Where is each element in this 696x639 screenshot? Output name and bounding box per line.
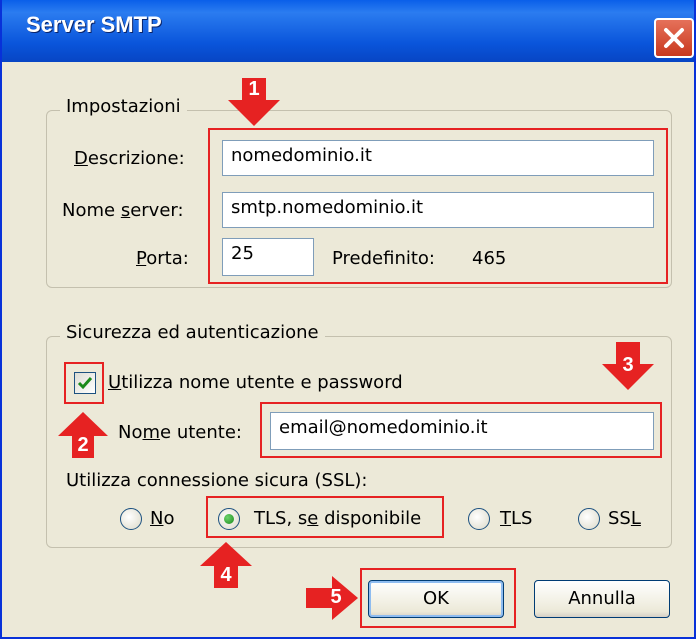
ssl-label: Utilizza connessione sicura (SSL): xyxy=(66,470,368,491)
description-label: Descrizione: xyxy=(74,148,185,169)
annotation-number-4: 4 xyxy=(220,564,232,586)
annotation-box-username xyxy=(260,402,662,458)
close-icon xyxy=(664,28,684,48)
annotation-arrow-3: 3 xyxy=(602,342,654,390)
window-title: Server SMTP xyxy=(26,12,162,37)
annotation-number-2: 2 xyxy=(77,434,89,456)
annotation-box-settings xyxy=(208,128,668,284)
ssl-ssl-radio[interactable] xyxy=(578,508,600,530)
cancel-button[interactable]: Annulla xyxy=(534,580,670,618)
annotation-box-ssl-option xyxy=(206,496,444,538)
security-legend: Sicurezza ed autenticazione xyxy=(60,322,325,343)
server-label: Nome server: xyxy=(62,200,184,221)
ssl-no-label[interactable]: No xyxy=(150,508,174,529)
username-label: Nome utente: xyxy=(118,422,242,443)
close-button[interactable] xyxy=(654,18,694,58)
ssl-no-radio[interactable] xyxy=(120,508,142,530)
annotation-number-1: 1 xyxy=(248,78,260,100)
annotation-arrow-4: 4 xyxy=(200,542,252,588)
annotation-number-3: 3 xyxy=(622,354,634,376)
annotation-box-checkbox xyxy=(64,362,104,404)
annotation-box-ok xyxy=(360,568,516,628)
title-bar[interactable]: Server SMTP xyxy=(2,0,694,62)
annotation-arrow-5: 5 xyxy=(306,576,358,620)
annotation-number-5: 5 xyxy=(330,586,342,608)
port-label: Porta: xyxy=(136,248,189,269)
dialog-window: Server SMTP Impostazioni Descrizione: no… xyxy=(0,0,696,639)
ssl-ssl-label[interactable]: SSL xyxy=(608,508,641,529)
ssl-tls-label[interactable]: TLS xyxy=(500,508,532,529)
use-auth-label[interactable]: Utilizza nome utente e password xyxy=(108,372,403,393)
annotation-arrow-2: 2 xyxy=(58,412,108,458)
settings-legend: Impostazioni xyxy=(60,96,187,117)
ssl-tls-radio[interactable] xyxy=(468,508,490,530)
annotation-arrow-1: 1 xyxy=(228,78,280,126)
